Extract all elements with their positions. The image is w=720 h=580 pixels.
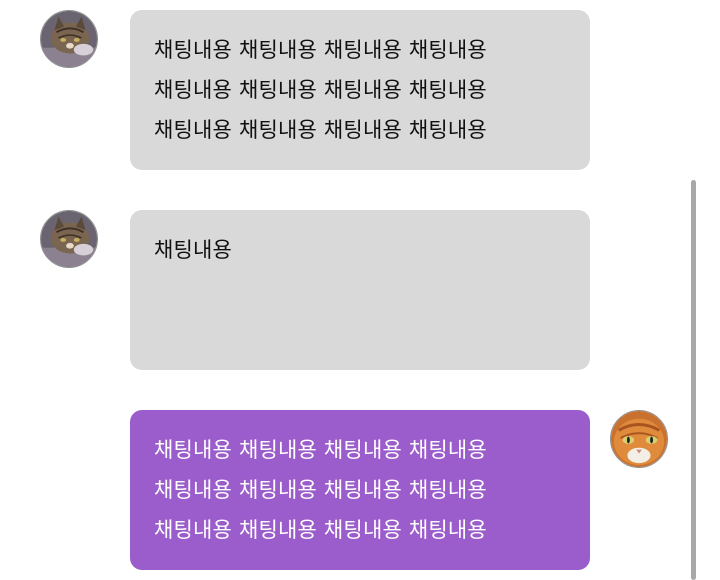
message-text-line: 채팅내용 채팅내용 채팅내용 채팅내용	[154, 78, 487, 102]
chat-message-incoming: 채팅내용	[0, 210, 680, 370]
chat-bubble: 채팅내용 채팅내용 채팅내용 채팅내용 채팅내용 채팅내용 채팅내용 채팅내용 …	[130, 10, 590, 170]
cat-avatar-icon[interactable]	[610, 410, 668, 468]
chat-bubble: 채팅내용	[130, 210, 590, 370]
chat-message-outgoing: 채팅내용 채팅내용 채팅내용 채팅내용 채팅내용 채팅내용 채팅내용 채팅내용 …	[0, 410, 680, 570]
message-text-line: 채팅내용	[154, 238, 233, 262]
message-text-line: 채팅내용 채팅내용 채팅내용 채팅내용	[154, 118, 487, 142]
orange-cat-image	[611, 411, 667, 467]
message-text-line: 채팅내용 채팅내용 채팅내용 채팅내용	[154, 438, 487, 462]
message-text-line: 채팅내용 채팅내용 채팅내용 채팅내용	[154, 518, 487, 542]
chat-bubble-own: 채팅내용 채팅내용 채팅내용 채팅내용 채팅내용 채팅내용 채팅내용 채팅내용 …	[130, 410, 590, 570]
chat-message-list[interactable]: 채팅내용 채팅내용 채팅내용 채팅내용 채팅내용 채팅내용 채팅내용 채팅내용 …	[0, 0, 720, 580]
message-text-line: 채팅내용 채팅내용 채팅내용 채팅내용	[154, 478, 487, 502]
cat-avatar-icon[interactable]	[40, 10, 98, 68]
scrollbar-thumb[interactable]	[691, 180, 696, 580]
tabby-cat-image	[41, 11, 97, 67]
cat-avatar-icon[interactable]	[40, 210, 98, 268]
tabby-cat-image	[41, 211, 97, 267]
chat-message-incoming: 채팅내용 채팅내용 채팅내용 채팅내용 채팅내용 채팅내용 채팅내용 채팅내용 …	[0, 10, 680, 170]
message-text-line: 채팅내용 채팅내용 채팅내용 채팅내용	[154, 38, 487, 62]
scrollbar[interactable]	[690, 0, 698, 580]
